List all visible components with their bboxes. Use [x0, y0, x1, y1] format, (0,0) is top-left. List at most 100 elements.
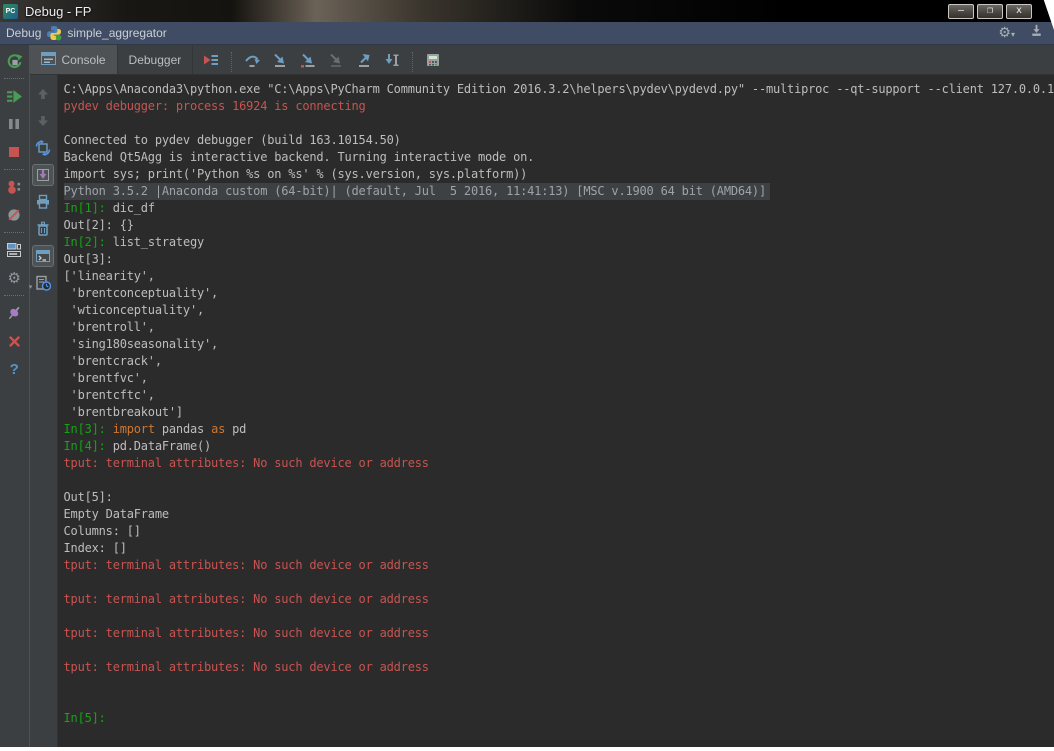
console-tab-icon [40, 51, 56, 68]
step-actions [193, 45, 445, 74]
console-line: 'brentconceptuality', [63, 286, 219, 300]
console-line: 'brentcrack', [63, 354, 163, 368]
console-toolbar [29, 75, 58, 751]
console-line: In[5]: [63, 711, 113, 725]
help-icon[interactable]: ? [2, 357, 26, 381]
console-line: 'wticonceptuality', [63, 303, 205, 317]
run-configuration-name: simple_aggregator [67, 26, 167, 40]
tab-console-label: Console [61, 52, 106, 67]
console-line: 'sing180seasonality', [63, 337, 219, 351]
evaluate-expression-icon[interactable] [421, 48, 445, 72]
titlebar[interactable]: PC Debug - FP – ❐ x [0, 0, 1054, 22]
console-line: import sys; print('Python %s on %s' % (s… [63, 167, 528, 181]
run-to-cursor-icon[interactable] [380, 48, 404, 72]
show-console-prompt-icon[interactable] [32, 245, 55, 267]
header-actions: ⚙▾ [998, 23, 1044, 43]
maximize-button[interactable]: ❐ [977, 3, 1003, 19]
scroll-to-end-icon[interactable] [32, 164, 55, 186]
resume-program-icon[interactable] [2, 84, 26, 108]
console-line: In[3]: import pandas as pd [63, 422, 247, 436]
debug-actions-toolbar: ⚙ ▾ ? [0, 45, 33, 751]
console-line: pydev debugger: process 16924 is connect… [63, 99, 366, 113]
use-soft-wraps-icon[interactable] [32, 137, 54, 159]
window-controls: – ❐ x [948, 3, 1032, 19]
main-area: ⚙ ▾ ? Console Debugger C:\Apps\Anaconda3… [0, 45, 1054, 751]
console-line: 'brentfvc', [63, 371, 148, 385]
console-line: Index: [] [63, 541, 127, 555]
view-breakpoints-icon[interactable] [2, 175, 26, 199]
force-step-into-icon[interactable] [324, 48, 348, 72]
stop-icon[interactable] [2, 140, 26, 164]
console-line: Empty DataFrame [63, 507, 170, 521]
pin-tab-icon[interactable] [2, 301, 26, 325]
python-icon [46, 25, 62, 41]
step-into-my-code-icon[interactable] [296, 48, 320, 72]
debug-toolwindow-header: Debug simple_aggregator ⚙▾ [0, 22, 1054, 45]
settings-icon[interactable]: ⚙ ▾ [2, 266, 33, 291]
close-icon[interactable] [2, 329, 26, 353]
window-title: Debug - FP [25, 3, 92, 19]
minimize-button[interactable]: – [948, 3, 974, 19]
show-execution-point-icon[interactable] [199, 48, 223, 72]
toolbar-separator [4, 295, 25, 296]
debug-header-label: Debug [6, 26, 42, 40]
toolbar-separator [4, 169, 25, 170]
step-over-icon[interactable] [240, 48, 264, 72]
console-body: C:\Apps\Anaconda3\python.exe "C:\Apps\Py… [29, 75, 1054, 751]
pause-program-icon[interactable] [2, 112, 26, 136]
console-line: Out[2]: {} [63, 218, 134, 232]
step-into-icon[interactable] [268, 48, 292, 72]
tab-debugger-label: Debugger [128, 52, 182, 67]
pycharm-debug-window: PC Debug - FP – ❐ x Debug simple_aggrega… [0, 0, 1054, 751]
console-line: tput: terminal attributes: No such devic… [63, 592, 429, 606]
toolbar-separator [412, 52, 414, 72]
console-line: Python 3.5.2 |Anaconda custom (64-bit)| … [63, 183, 1054, 200]
up-the-stack-trace-icon[interactable] [32, 83, 54, 105]
console-line: C:\Apps\Anaconda3\python.exe "C:\Apps\Py… [63, 82, 1054, 96]
console-line: 'brentcftc', [63, 388, 156, 402]
browse-history-icon[interactable] [32, 272, 54, 294]
down-the-stack-trace-icon[interactable] [32, 110, 54, 132]
console-line: Backend Qt5Agg is interactive backend. T… [63, 150, 535, 164]
rerun-icon[interactable] [2, 49, 26, 73]
desktop-edge [0, 747, 1054, 751]
pycharm-app-icon: PC [3, 3, 18, 19]
toolbar-separator [4, 232, 25, 233]
console-line: tput: terminal attributes: No such devic… [63, 558, 429, 572]
tab-console[interactable]: Console [29, 45, 118, 74]
console-line: Connected to pydev debugger (build 163.1… [63, 133, 401, 147]
debug-tabbar: Console Debugger [29, 45, 1054, 75]
console-line: tput: terminal attributes: No such devic… [63, 456, 429, 470]
debugger-content: Console Debugger C:\Apps\Anaconda3\pytho… [29, 45, 1054, 751]
console-line: In[4]: pd.DataFrame() [63, 439, 212, 453]
console-line: Out[5]: [63, 490, 113, 504]
console-line: 'brentroll', [63, 320, 156, 334]
console-line: tput: terminal attributes: No such devic… [63, 660, 429, 674]
console-line: Out[3]: [63, 252, 113, 266]
restore-layout-icon[interactable] [2, 238, 26, 262]
console-line: In[1]: dic_df [63, 201, 156, 215]
mute-breakpoints-icon[interactable] [2, 203, 26, 227]
console-output[interactable]: C:\Apps\Anaconda3\python.exe "C:\Apps\Py… [57, 75, 1054, 751]
float-window-icon[interactable] [1029, 23, 1044, 43]
toolbar-separator [231, 52, 233, 72]
tab-debugger[interactable]: Debugger [118, 45, 194, 74]
clear-all-icon[interactable] [32, 218, 54, 240]
step-out-icon[interactable] [352, 48, 376, 72]
settings-gear-icon[interactable]: ⚙▾ [998, 25, 1015, 42]
console-line: 'brentbreakout'] [63, 405, 184, 419]
print-icon[interactable] [32, 191, 54, 213]
toolbar-separator [4, 78, 25, 79]
close-button[interactable]: x [1006, 3, 1032, 19]
console-line: Columns: [] [63, 524, 141, 538]
console-line: ['linearity', [63, 269, 156, 283]
console-line: tput: terminal attributes: No such devic… [63, 626, 429, 640]
console-line: In[2]: list_strategy [63, 235, 205, 249]
